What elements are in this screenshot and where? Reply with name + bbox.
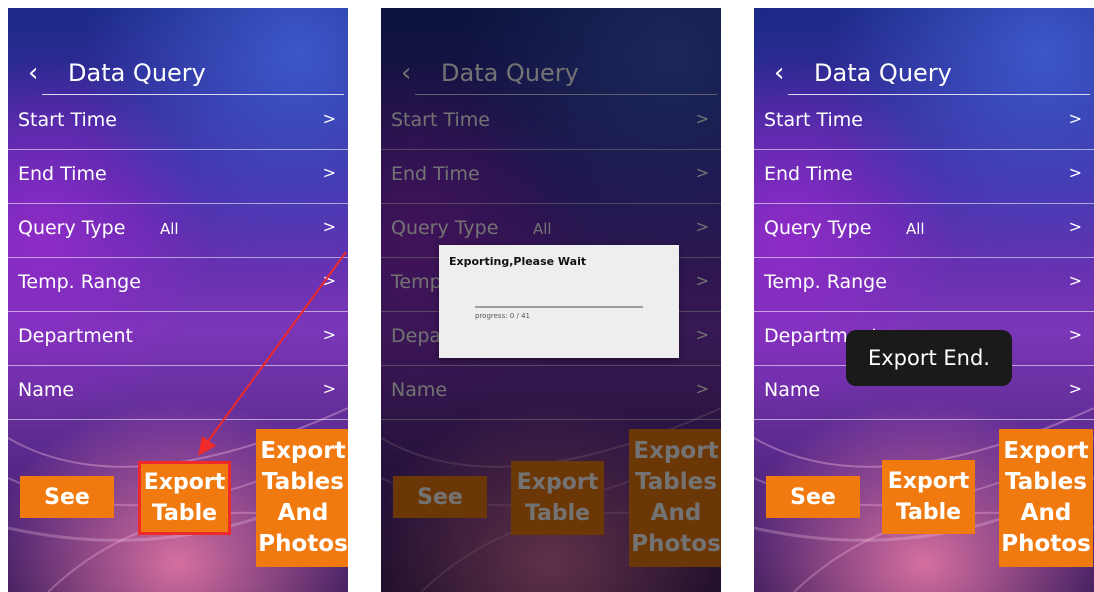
chevron-right-icon: > (322, 217, 336, 236)
export-all-label-line2: Tables (1005, 469, 1087, 495)
menu-item-label: Query Type (18, 217, 126, 239)
page-title: Data Query (68, 59, 206, 87)
export-tables-and-photos-button[interactable]: Export Tables And Photos (256, 429, 348, 567)
see-button-label: See (790, 484, 836, 510)
menu-item-end-time[interactable]: End Time > (8, 150, 348, 204)
chevron-right-icon: > (1068, 217, 1082, 236)
screen-data-query: ‹ Data Query Start Time > End Time > Query… (8, 8, 348, 592)
menu-item-label: Start Time (764, 109, 863, 131)
header-divider (788, 94, 1090, 95)
menu-item-query-type[interactable]: Query Type All > (754, 204, 1094, 258)
see-button[interactable]: See (20, 476, 114, 518)
menu-item-label: Name (764, 379, 821, 401)
see-button-label: See (44, 484, 90, 510)
chevron-right-icon: > (1068, 163, 1082, 182)
menu-item-query-type[interactable]: Query Type All > (8, 204, 348, 258)
export-all-label-line4: Photos (1001, 531, 1091, 557)
header-divider (42, 94, 344, 95)
progress-text: progress: 0 / 41 (475, 312, 530, 320)
header: ‹ Data Query (754, 56, 1094, 96)
chevron-right-icon: > (322, 271, 336, 290)
menu-item-label: Start Time (18, 109, 117, 131)
export-table-label-line2: Table (895, 500, 962, 525)
back-icon[interactable]: ‹ (28, 56, 38, 90)
export-table-button[interactable]: Export Table (882, 460, 975, 534)
menu-item-value: All (160, 220, 179, 238)
screen-export-end: ‹ Data Query Start Time > End Time > Query… (754, 8, 1094, 592)
menu-item-label: Temp. Range (764, 271, 887, 293)
header: ‹ Data Query (8, 56, 348, 96)
screen-exporting: ‹ Data Query Start Time> End Time> Query… (381, 8, 721, 592)
menu-item-start-time[interactable]: Start Time > (754, 96, 1094, 150)
menu-item-label: Query Type (764, 217, 872, 239)
export-table-label-line1: Export (143, 470, 226, 495)
menu-item-temp-range[interactable]: Temp. Range > (754, 258, 1094, 312)
query-menu: Start Time > End Time > Query Type All > Tem… (8, 96, 348, 420)
menu-item-department[interactable]: Department > (8, 312, 348, 366)
export-all-label-line3: And (277, 500, 329, 526)
progress-bar (475, 306, 643, 308)
export-all-label-line1: Export (260, 438, 346, 464)
export-tables-and-photos-button[interactable]: Export Tables And Photos (999, 429, 1093, 567)
export-all-label-line1: Export (1003, 438, 1089, 464)
menu-item-end-time[interactable]: End Time > (754, 150, 1094, 204)
back-icon[interactable]: ‹ (774, 56, 784, 90)
export-all-label-line3: And (1020, 500, 1072, 526)
menu-item-temp-range[interactable]: Temp. Range > (8, 258, 348, 312)
export-table-label-line1: Export (887, 469, 970, 494)
menu-item-label: Temp. Range (18, 271, 141, 293)
export-table-label-line2: Table (151, 501, 218, 526)
page-title: Data Query (814, 59, 952, 87)
chevron-right-icon: > (322, 163, 336, 182)
export-all-label-line2: Tables (262, 469, 344, 495)
menu-item-label: End Time (764, 163, 853, 185)
menu-item-name[interactable]: Name > (8, 366, 348, 420)
export-table-button[interactable]: Export Table (138, 461, 231, 535)
chevron-right-icon: > (1068, 325, 1082, 344)
menu-item-start-time[interactable]: Start Time > (8, 96, 348, 150)
chevron-right-icon: > (1068, 379, 1082, 398)
chevron-right-icon: > (1068, 109, 1082, 128)
chevron-right-icon: > (322, 379, 336, 398)
see-button[interactable]: See (766, 476, 860, 518)
export-end-toast: Export End. (846, 330, 1012, 386)
chevron-right-icon: > (1068, 271, 1082, 290)
menu-item-value: All (906, 220, 925, 238)
menu-item-label: End Time (18, 163, 107, 185)
dialog-title: Exporting,Please Wait (449, 255, 587, 268)
chevron-right-icon: > (322, 109, 336, 128)
chevron-right-icon: > (322, 325, 336, 344)
menu-item-label: Department (18, 325, 133, 347)
export-all-label-line4: Photos (258, 531, 348, 557)
export-progress-dialog: Exporting,Please Wait progress: 0 / 41 (439, 245, 679, 358)
menu-item-label: Name (18, 379, 75, 401)
